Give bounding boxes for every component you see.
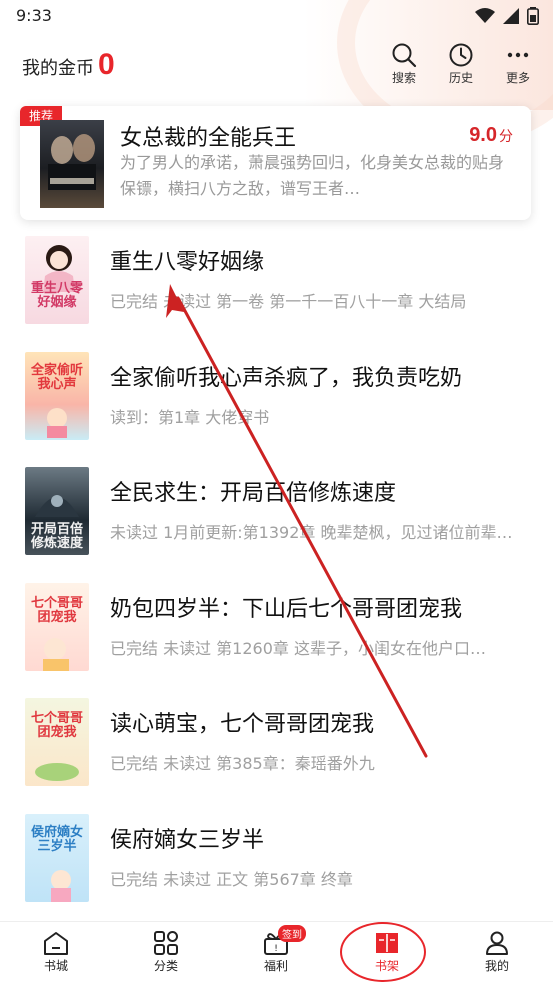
status-icons (475, 7, 539, 25)
status-time: 9:33 (16, 6, 52, 25)
clock-icon (449, 43, 473, 67)
book-title: 全民求生：开局百倍修炼速度 (110, 481, 397, 507)
more-label: 更多 (505, 71, 530, 85)
recommend-description: 为了男人的承诺，萧晨强势回归，化身美女总裁的贴身保镖，横扫八方之敌，谱写王者… (120, 153, 505, 198)
recommend-score: 9.0 分 (469, 124, 513, 147)
list-item[interactable]: 七个哥哥团宠我 奶包四岁半：下山后七个哥哥团宠我 已完结 未读过 第1260章 … (0, 579, 553, 695)
search-icon (392, 43, 417, 68)
home-icon (44, 932, 68, 955)
nav-bookstore-label: 书城 (43, 959, 68, 973)
category-icon (154, 931, 178, 955)
list-item[interactable]: 全家偷听我心声 全家偷听我心声杀疯了，我负责吃奶 读到：第1章 大佬穿书 (0, 348, 553, 464)
status-bar: 9:33 (0, 0, 553, 32)
book-title: 读心萌宝，七个哥哥团宠我 (110, 712, 375, 738)
book-cover: 开局百倍修炼速度 (25, 467, 89, 556)
bottom-navigation: 书城 分类 ! 签到 福利 书架 我的 (0, 921, 553, 984)
my-coins[interactable]: 我的金币 0 (22, 48, 115, 82)
history-button[interactable]: 历史 (441, 42, 481, 86)
book-status: 未读过 1月前更新:第1392章 晚辈楚枫，见过诸位前辈… (110, 523, 513, 543)
svg-text:!: ! (274, 944, 278, 954)
recommend-title: 女总裁的全能兵王 (120, 126, 297, 151)
nav-profile-label: 我的 (484, 959, 509, 973)
book-cover-text: 开局百倍修炼速度 (30, 522, 83, 552)
book-status: 已完结 未读过 正文 第567章 终章 (110, 869, 353, 889)
book-status: 读到：第1章 大佬穿书 (110, 407, 270, 427)
book-cover: 七个哥哥团宠我 (25, 698, 89, 787)
book-title: 重生八零好姻缘 (110, 250, 265, 275)
book-status: 已完结 未读过 第1260章 这辈子，小闺女在他户口… (110, 638, 486, 658)
nav-welfare[interactable]: ! 签到 福利 (246, 925, 306, 974)
score-unit: 分 (499, 129, 513, 145)
recommend-card[interactable]: 推荐 女总裁的全能兵王 9.0 分 为了男人的承诺，萧晨强势回归，化身美女总裁的贴… (20, 106, 531, 220)
book-title: 奶包四岁半：下山后七个哥哥团宠我 (110, 596, 463, 622)
list-item[interactable]: 重生八零好姻缘 重生八零好姻缘 已完结 未读过 第一卷 第一千一百八十一章 大结… (0, 232, 553, 348)
highlight-ring-annotation (340, 922, 426, 982)
list-item[interactable]: 侯府嫡女三岁半 侯府嫡女三岁半 已完结 未读过 正文 第567章 终章 (0, 810, 553, 926)
book-cover: 全家偷听我心声 (25, 351, 89, 440)
book-status: 已完结 未读过 第385章：秦瑶番外九 (110, 754, 375, 774)
checkin-badge: 签到 (278, 925, 306, 942)
book-cover: 七个哥哥团宠我 (25, 582, 89, 671)
list-item[interactable]: 开局百倍修炼速度 全民求生：开局百倍修炼速度 未读过 1月前更新:第1392章 … (0, 463, 553, 579)
coins-label: 我的金币 (22, 58, 94, 79)
more-icon (507, 52, 529, 58)
search-button[interactable]: 搜索 (384, 42, 424, 86)
search-label: 搜索 (391, 71, 416, 85)
nav-profile[interactable]: 我的 (467, 930, 527, 974)
book-status: 已完结 未读过 第一卷 第一千一百八十一章 大结局 (110, 292, 467, 311)
profile-icon (486, 931, 508, 955)
nav-welfare-label: 福利 (263, 959, 288, 973)
list-item[interactable]: 七个哥哥团宠我 读心萌宝，七个哥哥团宠我 已完结 未读过 第385章：秦瑶番外九 (0, 694, 553, 810)
nav-bookstore[interactable]: 书城 (26, 930, 86, 974)
more-button[interactable]: 更多 (498, 42, 538, 86)
book-cover: 重生八零好姻缘 (25, 236, 89, 324)
app-header: 我的金币 0 搜索 历史 更多 (0, 38, 553, 92)
bookshelf-list: 重生八零好姻缘 重生八零好姻缘 已完结 未读过 第一卷 第一千一百八十一章 大结… (0, 232, 553, 926)
nav-category[interactable]: 分类 (136, 930, 196, 974)
signal-icon (503, 8, 519, 24)
nav-category-label: 分类 (153, 959, 178, 973)
history-label: 历史 (448, 71, 473, 85)
wifi-icon (475, 8, 495, 23)
book-cover-text: 重生八零好姻缘 (30, 281, 83, 310)
book-title: 侯府嫡女三岁半 (110, 827, 265, 853)
score-value: 9.0 (469, 124, 497, 146)
book-cover: 侯府嫡女三岁半 (25, 813, 89, 902)
battery-icon (527, 7, 539, 25)
book-title: 全家偷听我心声杀疯了，我负责吃奶 (110, 365, 463, 391)
recommend-book-cover (40, 120, 104, 208)
coins-value: 0 (98, 48, 115, 81)
